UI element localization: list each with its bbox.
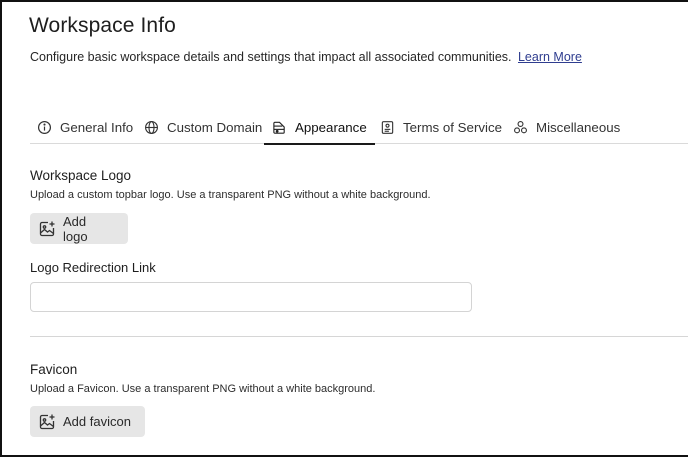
tab-label: Miscellaneous <box>536 119 621 135</box>
section-divider <box>30 336 688 337</box>
tab-label: Terms of Service <box>403 119 503 135</box>
add-image-icon <box>38 220 56 238</box>
learn-more-link[interactable]: Learn More <box>518 50 582 64</box>
favicon-title: Favicon <box>30 362 78 377</box>
tab-label: Appearance <box>295 119 367 135</box>
page-description: Configure basic workspace details and se… <box>30 50 582 64</box>
add-favicon-button[interactable]: Add favicon <box>30 406 145 437</box>
document-icon <box>380 120 395 135</box>
tab-bar: General Info Custom Domain Appearance Te… <box>30 110 688 145</box>
circles-icon <box>513 120 528 135</box>
tab-appearance[interactable]: Appearance <box>264 110 375 145</box>
tab-label: Custom Domain <box>167 119 263 135</box>
description-text: Configure basic workspace details and se… <box>30 50 512 64</box>
add-logo-label: Add logo <box>63 213 88 244</box>
logo-redirect-label: Logo Redirection Link <box>30 260 156 275</box>
add-image-icon <box>38 413 56 431</box>
tab-general-info[interactable]: General Info <box>37 110 133 144</box>
info-circle-icon <box>37 120 52 135</box>
favicon-subtitle: Upload a Favicon. Use a transparent PNG … <box>30 383 376 395</box>
page-title: Workspace Info <box>29 14 176 37</box>
tab-miscellaneous[interactable]: Miscellaneous <box>513 110 620 144</box>
workspace-logo-subtitle: Upload a custom topbar logo. Use a trans… <box>30 189 431 201</box>
tab-label: General Info <box>60 119 134 135</box>
add-favicon-label: Add favicon <box>63 414 131 429</box>
workspace-logo-title: Workspace Logo <box>30 168 132 183</box>
add-logo-button[interactable]: Add logo <box>30 213 128 244</box>
globe-icon <box>144 120 159 135</box>
logo-redirect-input[interactable] <box>30 282 472 312</box>
tab-terms-of-service[interactable]: Terms of Service <box>380 110 502 144</box>
palette-icon <box>272 120 287 135</box>
tab-custom-domain[interactable]: Custom Domain <box>144 110 262 144</box>
workspace-info-panel: Workspace Info Configure basic workspace… <box>0 0 688 457</box>
